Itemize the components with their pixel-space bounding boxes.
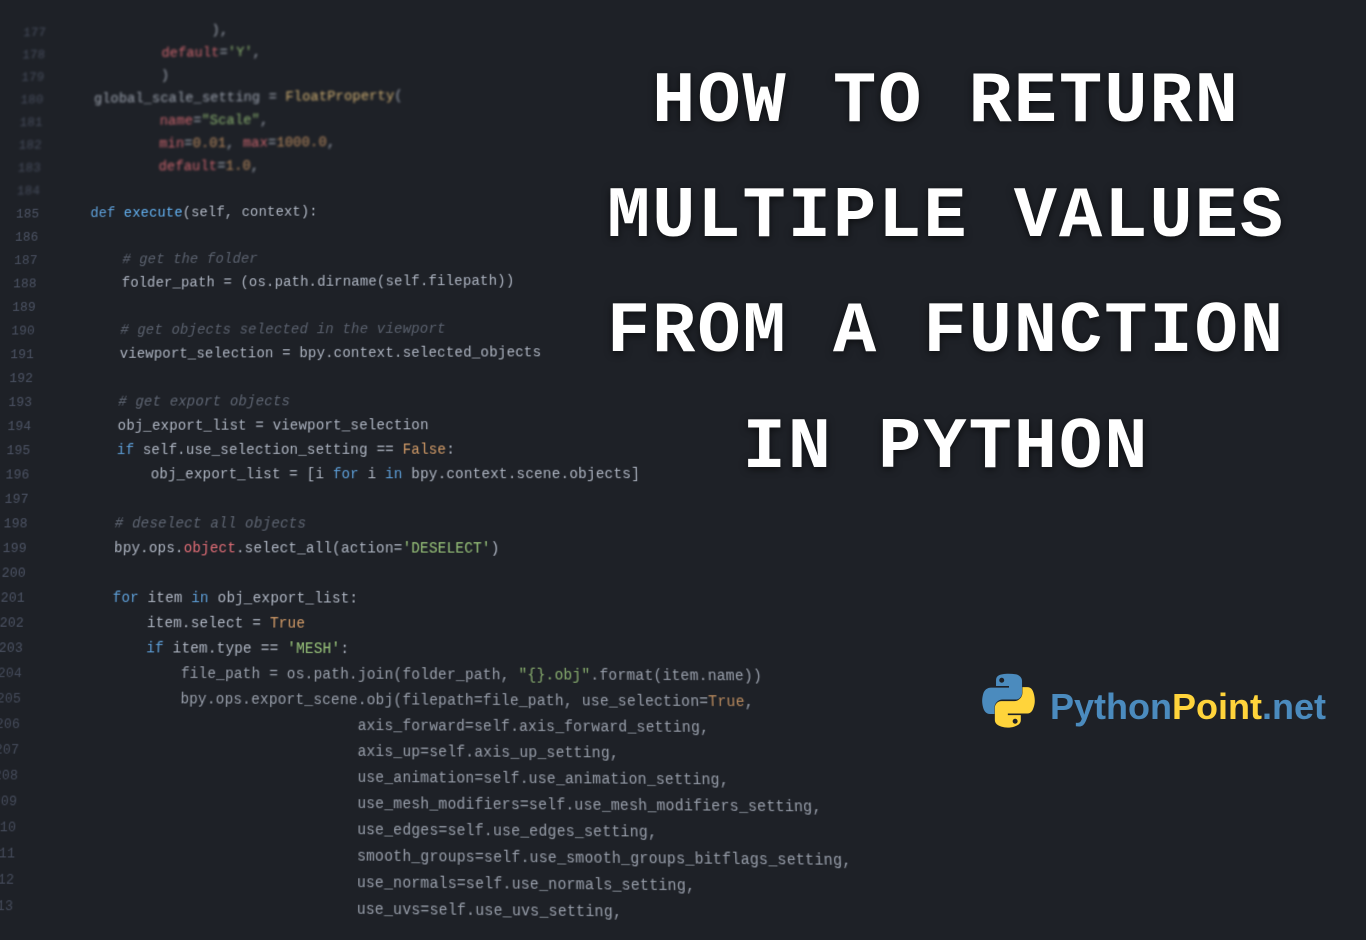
site-logo: PythonPoint.net bbox=[978, 673, 1326, 740]
line-number: 184 bbox=[9, 184, 58, 199]
line-number: 194 bbox=[0, 419, 49, 434]
line-number: 208 bbox=[0, 767, 37, 784]
line-number: 202 bbox=[0, 615, 42, 631]
line-number: 178 bbox=[14, 48, 62, 63]
line-number: 190 bbox=[3, 323, 53, 338]
line-number: 203 bbox=[0, 640, 42, 656]
line-number: 193 bbox=[0, 395, 50, 410]
line-number: 205 bbox=[0, 690, 40, 707]
line-number: 198 bbox=[0, 516, 46, 531]
line-number: 211 bbox=[0, 845, 34, 863]
line-number: 209 bbox=[0, 793, 36, 810]
line-number: 195 bbox=[0, 443, 49, 458]
line-number: 189 bbox=[4, 300, 54, 315]
line-number: 200 bbox=[0, 565, 44, 581]
line-number: 212 bbox=[0, 871, 33, 889]
line-number: 177 bbox=[15, 25, 63, 39]
line-number: 180 bbox=[13, 93, 62, 108]
line-number: 185 bbox=[8, 207, 57, 222]
line-number: 199 bbox=[0, 541, 45, 556]
line-number: 192 bbox=[1, 371, 51, 386]
line-number: 182 bbox=[11, 138, 60, 153]
python-icon bbox=[978, 673, 1040, 740]
line-number: 204 bbox=[0, 665, 41, 682]
main-title: HOW TO RETURN MULTIPLE VALUES FROM A FUN… bbox=[556, 45, 1336, 506]
line-number: 197 bbox=[0, 492, 47, 507]
line-number: 187 bbox=[6, 253, 55, 268]
line-number: 191 bbox=[2, 347, 52, 362]
line-number: 213 bbox=[0, 897, 32, 915]
line-number: 181 bbox=[12, 115, 61, 130]
line-number: 206 bbox=[0, 716, 39, 733]
logo-text: PythonPoint.net bbox=[1050, 686, 1326, 728]
line-number: 201 bbox=[0, 590, 43, 606]
line-number: 179 bbox=[13, 70, 61, 85]
line-number: 183 bbox=[10, 161, 59, 176]
line-number: 186 bbox=[7, 230, 56, 245]
line-number: 188 bbox=[5, 276, 54, 291]
line-number: 210 bbox=[0, 819, 35, 837]
line-number: 207 bbox=[0, 741, 38, 758]
line-number: 196 bbox=[0, 467, 48, 482]
